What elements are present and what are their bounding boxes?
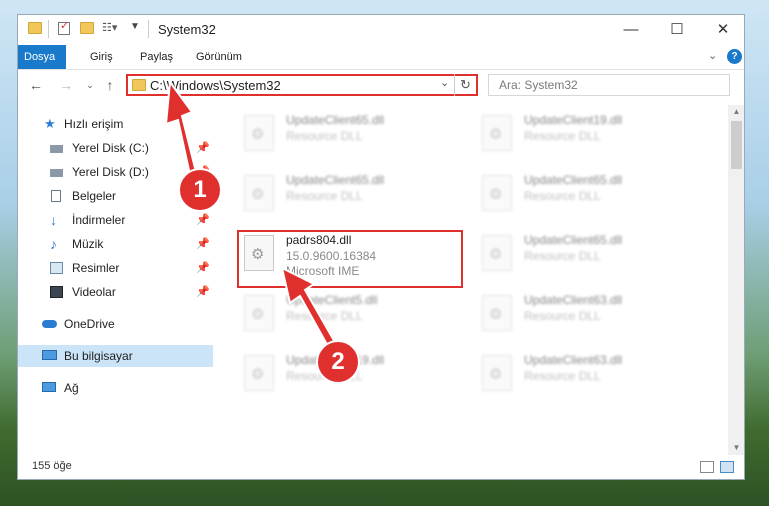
arrow-1-icon: [164, 79, 198, 177]
arrow-2-icon: [280, 266, 338, 352]
annotation-arrows: [164, 79, 338, 352]
step-1-badge: 1: [178, 168, 222, 212]
step-2-badge: 2: [316, 340, 360, 384]
